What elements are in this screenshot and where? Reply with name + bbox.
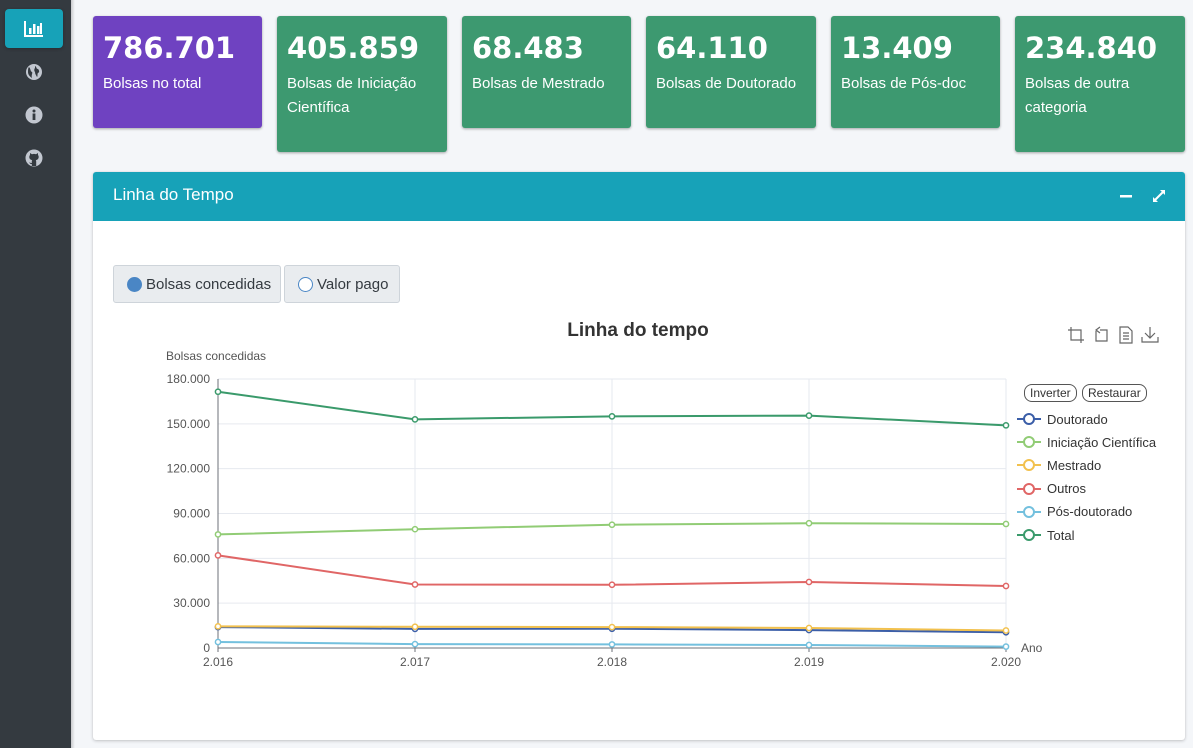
data-point — [608, 521, 616, 529]
data-point — [411, 581, 419, 588]
data-point — [214, 531, 222, 538]
y-tick-label: 60.000 — [173, 551, 210, 565]
y-tick-label: 120.000 — [167, 462, 211, 476]
x-tick-label: 2.020 — [991, 655, 1021, 669]
x-axis-label: Ano — [1021, 641, 1043, 655]
data-point — [411, 525, 419, 533]
data-point — [805, 578, 813, 586]
data-point — [411, 623, 419, 631]
data-point — [805, 519, 813, 527]
data-point — [1002, 520, 1010, 528]
data-point — [411, 640, 419, 648]
y-tick-label: 150.000 — [167, 417, 211, 431]
data-point — [608, 623, 616, 631]
line-chart: 0 30.000 60.000 90.000 120.000 150.000 180.000… — [167, 372, 1043, 669]
data-point — [608, 581, 616, 589]
y-tick-label: 90.000 — [173, 507, 210, 521]
data-point — [1002, 643, 1010, 651]
y-tick-label: 0 — [203, 641, 210, 655]
x-tick-label: 2.017 — [400, 655, 430, 669]
data-point — [805, 412, 813, 419]
data-point — [1002, 421, 1010, 429]
data-point — [805, 624, 813, 632]
data-point — [411, 416, 419, 423]
data-point — [214, 388, 222, 396]
data-point — [608, 641, 616, 648]
data-point — [214, 622, 222, 630]
data-point — [1002, 627, 1010, 634]
x-tick-label: 2.018 — [597, 655, 627, 669]
data-point — [214, 638, 222, 646]
x-tick-label: 2.019 — [794, 655, 824, 669]
data-point — [1002, 582, 1010, 590]
y-tick-label: 30.000 — [173, 596, 210, 610]
x-tick-label: 2.016 — [203, 655, 233, 669]
data-point — [805, 641, 813, 649]
data-point — [608, 413, 616, 420]
data-point — [214, 551, 222, 559]
y-tick-label: 180.000 — [167, 372, 211, 386]
